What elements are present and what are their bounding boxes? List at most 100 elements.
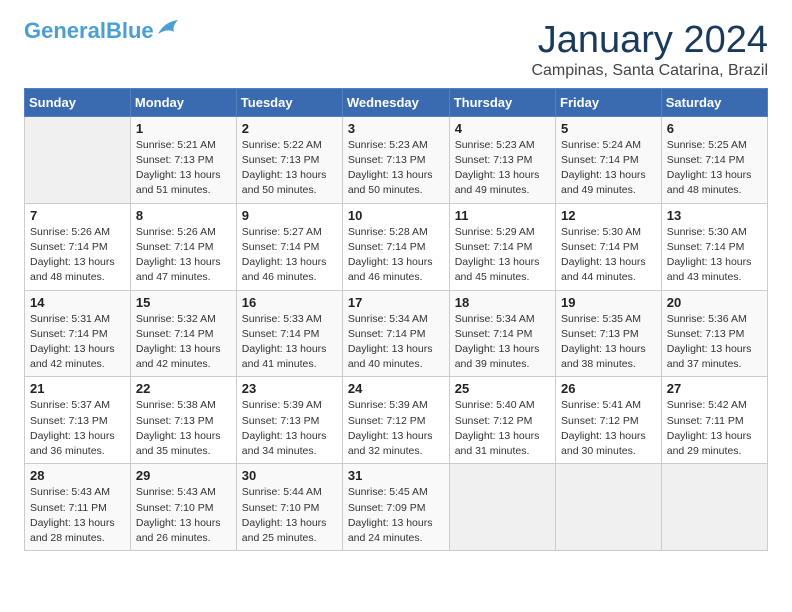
day-number: 9 (242, 208, 337, 223)
logo-bird-icon (156, 20, 178, 38)
day-info: Sunrise: 5:23 AMSunset: 7:13 PMDaylight:… (455, 138, 550, 199)
day-info: Sunrise: 5:22 AMSunset: 7:13 PMDaylight:… (242, 138, 337, 199)
calendar-cell: 22 Sunrise: 5:38 AMSunset: 7:13 PMDayligh… (130, 377, 236, 464)
day-number: 23 (242, 381, 337, 396)
calendar-cell: 20 Sunrise: 5:36 AMSunset: 7:13 PMDayligh… (661, 290, 767, 377)
day-info: Sunrise: 5:32 AMSunset: 7:14 PMDaylight:… (136, 312, 231, 373)
calendar-cell: 14Sunrise: 5:31 AMSunset: 7:14 PMDayligh… (25, 290, 131, 377)
weekday-header-row: SundayMondayTuesdayWednesdayThursdayFrid… (25, 88, 768, 116)
day-info: Sunrise: 5:34 AMSunset: 7:14 PMDaylight:… (348, 312, 444, 373)
day-info: Sunrise: 5:39 AMSunset: 7:13 PMDaylight:… (242, 398, 337, 459)
day-number: 1 (136, 121, 231, 136)
day-info: Sunrise: 5:26 AMSunset: 7:14 PMDaylight:… (136, 225, 231, 286)
weekday-header-wednesday: Wednesday (342, 88, 449, 116)
calendar-cell: 21 Sunrise: 5:37 AMSunset: 7:13 PMDayligh… (25, 377, 131, 464)
day-info: Sunrise: 5:25 AMSunset: 7:14 PMDaylight:… (667, 138, 762, 199)
day-info: Sunrise: 5:39 AMSunset: 7:12 PMDaylight:… (348, 398, 444, 459)
day-number: 17 (348, 295, 444, 310)
calendar-cell: 19Sunrise: 5:35 AMSunset: 7:13 PMDayligh… (556, 290, 662, 377)
weekday-header-friday: Friday (556, 88, 662, 116)
day-info: Sunrise: 5:36 AMSunset: 7:13 PMDaylight:… (667, 312, 762, 373)
day-info: Sunrise: 5:34 AMSunset: 7:14 PMDaylight:… (455, 312, 550, 373)
day-number: 20 (667, 295, 762, 310)
day-number: 24 (348, 381, 444, 396)
day-number: 4 (455, 121, 550, 136)
week-row-1: 1 Sunrise: 5:21 AMSunset: 7:13 PMDaylight… (25, 116, 768, 203)
day-info: Sunrise: 5:30 AMSunset: 7:14 PMDaylight:… (667, 225, 762, 286)
calendar-cell: 7Sunrise: 5:26 AMSunset: 7:14 PMDaylight… (25, 203, 131, 290)
week-row-4: 21 Sunrise: 5:37 AMSunset: 7:13 PMDayligh… (25, 377, 768, 464)
day-number: 30 (242, 468, 337, 483)
calendar-cell: 8 Sunrise: 5:26 AMSunset: 7:14 PMDaylight… (130, 203, 236, 290)
week-row-5: 28Sunrise: 5:43 AMSunset: 7:11 PMDayligh… (25, 464, 768, 551)
calendar-cell: 27 Sunrise: 5:42 AMSunset: 7:11 PMDayligh… (661, 377, 767, 464)
day-info: Sunrise: 5:30 AMSunset: 7:14 PMDaylight:… (561, 225, 656, 286)
calendar-cell: 12 Sunrise: 5:30 AMSunset: 7:14 PMDayligh… (556, 203, 662, 290)
day-number: 18 (455, 295, 550, 310)
calendar-cell (449, 464, 555, 551)
day-number: 11 (455, 208, 550, 223)
day-info: Sunrise: 5:43 AMSunset: 7:11 PMDaylight:… (30, 485, 125, 546)
day-number: 14 (30, 295, 125, 310)
calendar-cell (25, 116, 131, 203)
day-info: Sunrise: 5:40 AMSunset: 7:12 PMDaylight:… (455, 398, 550, 459)
calendar-cell: 4 Sunrise: 5:23 AMSunset: 7:13 PMDaylight… (449, 116, 555, 203)
day-info: Sunrise: 5:23 AMSunset: 7:13 PMDaylight:… (348, 138, 444, 199)
page-header: GeneralBlue January 2024 Campinas, Santa… (24, 20, 768, 80)
day-info: Sunrise: 5:38 AMSunset: 7:13 PMDaylight:… (136, 398, 231, 459)
title-area: January 2024 Campinas, Santa Catarina, B… (531, 20, 768, 80)
calendar-cell: 9Sunrise: 5:27 AMSunset: 7:14 PMDaylight… (236, 203, 342, 290)
calendar-cell: 17 Sunrise: 5:34 AMSunset: 7:14 PMDayligh… (342, 290, 449, 377)
day-number: 3 (348, 121, 444, 136)
week-row-2: 7Sunrise: 5:26 AMSunset: 7:14 PMDaylight… (25, 203, 768, 290)
weekday-header-sunday: Sunday (25, 88, 131, 116)
day-number: 26 (561, 381, 656, 396)
day-number: 27 (667, 381, 762, 396)
day-number: 13 (667, 208, 762, 223)
calendar-cell: 29Sunrise: 5:43 AMSunset: 7:10 PMDayligh… (130, 464, 236, 551)
calendar-table: SundayMondayTuesdayWednesdayThursdayFrid… (24, 88, 768, 551)
calendar-cell: 23 Sunrise: 5:39 AMSunset: 7:13 PMDayligh… (236, 377, 342, 464)
day-info: Sunrise: 5:44 AMSunset: 7:10 PMDaylight:… (242, 485, 337, 546)
day-number: 15 (136, 295, 231, 310)
day-info: Sunrise: 5:45 AMSunset: 7:09 PMDaylight:… (348, 485, 444, 546)
day-info: Sunrise: 5:37 AMSunset: 7:13 PMDaylight:… (30, 398, 125, 459)
calendar-cell: 18 Sunrise: 5:34 AMSunset: 7:14 PMDayligh… (449, 290, 555, 377)
day-number: 10 (348, 208, 444, 223)
day-number: 29 (136, 468, 231, 483)
day-number: 12 (561, 208, 656, 223)
weekday-header-tuesday: Tuesday (236, 88, 342, 116)
day-info: Sunrise: 5:41 AMSunset: 7:12 PMDaylight:… (561, 398, 656, 459)
logo: GeneralBlue (24, 20, 178, 42)
day-info: Sunrise: 5:42 AMSunset: 7:11 PMDaylight:… (667, 398, 762, 459)
logo-general: General (24, 18, 106, 43)
week-row-3: 14Sunrise: 5:31 AMSunset: 7:14 PMDayligh… (25, 290, 768, 377)
logo-blue: Blue (106, 18, 154, 43)
weekday-header-saturday: Saturday (661, 88, 767, 116)
calendar-cell: 31 Sunrise: 5:45 AMSunset: 7:09 PMDayligh… (342, 464, 449, 551)
day-number: 16 (242, 295, 337, 310)
day-number: 31 (348, 468, 444, 483)
day-info: Sunrise: 5:21 AMSunset: 7:13 PMDaylight:… (136, 138, 231, 199)
day-number: 21 (30, 381, 125, 396)
calendar-cell: 26 Sunrise: 5:41 AMSunset: 7:12 PMDayligh… (556, 377, 662, 464)
day-info: Sunrise: 5:33 AMSunset: 7:14 PMDaylight:… (242, 312, 337, 373)
day-number: 25 (455, 381, 550, 396)
calendar-cell: 6Sunrise: 5:25 AMSunset: 7:14 PMDaylight… (661, 116, 767, 203)
location-title: Campinas, Santa Catarina, Brazil (531, 62, 768, 80)
day-number: 8 (136, 208, 231, 223)
calendar-cell (556, 464, 662, 551)
weekday-header-monday: Monday (130, 88, 236, 116)
calendar-cell: 28Sunrise: 5:43 AMSunset: 7:11 PMDayligh… (25, 464, 131, 551)
weekday-header-thursday: Thursday (449, 88, 555, 116)
calendar-cell: 3 Sunrise: 5:23 AMSunset: 7:13 PMDaylight… (342, 116, 449, 203)
calendar-cell: 2 Sunrise: 5:22 AMSunset: 7:13 PMDaylight… (236, 116, 342, 203)
day-info: Sunrise: 5:26 AMSunset: 7:14 PMDaylight:… (30, 225, 125, 286)
logo-text: GeneralBlue (24, 20, 154, 42)
month-title: January 2024 (531, 20, 768, 62)
calendar-cell: 5Sunrise: 5:24 AMSunset: 7:14 PMDaylight… (556, 116, 662, 203)
day-number: 2 (242, 121, 337, 136)
day-number: 5 (561, 121, 656, 136)
calendar-cell: 11Sunrise: 5:29 AMSunset: 7:14 PMDayligh… (449, 203, 555, 290)
day-number: 22 (136, 381, 231, 396)
